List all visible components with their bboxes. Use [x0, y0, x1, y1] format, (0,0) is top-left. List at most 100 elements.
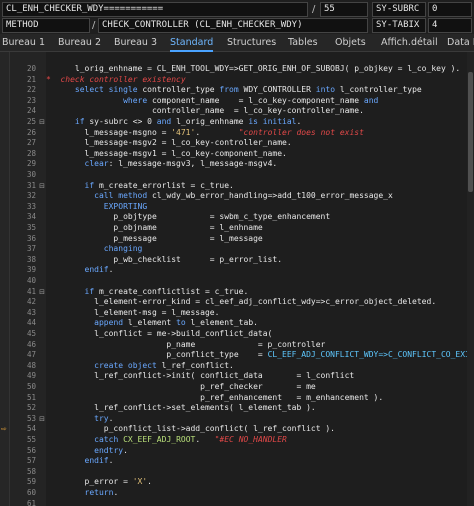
code-token: sy-subrc <> 0	[84, 117, 157, 126]
line-number: 58	[26, 466, 36, 476]
scrollbar-thumb[interactable]	[468, 72, 473, 192]
code-token: p_name = p_controller	[46, 339, 326, 349]
code-token: controller_type	[137, 85, 220, 95]
code-line[interactable]: endif.	[46, 456, 114, 467]
code-line[interactable]: p_ref_checker = me	[46, 382, 316, 393]
tab-bureau-2[interactable]: Bureau 2	[58, 34, 101, 52]
code-token: 'X'	[132, 477, 148, 487]
tab-bureau-3[interactable]: Bureau 3	[114, 34, 157, 52]
code-line[interactable]: endtry.	[46, 446, 128, 457]
code-line[interactable]: p_wb_checklist = p_error_list.	[46, 255, 282, 266]
code-token: l_orig_enhname = CL_ENH_TOOL_WDY=>GET_OR…	[46, 64, 461, 73]
code-token: '471'	[171, 127, 196, 137]
code-line[interactable]: l_element-msg = l_message.	[46, 308, 219, 319]
code-line[interactable]: try.	[46, 414, 113, 425]
code-token: p_conflict_list->add_conflict( l_ref_con…	[46, 424, 335, 434]
line-number: 35	[26, 223, 36, 232]
line-number: 50	[26, 382, 36, 391]
code-line[interactable]: p_ref_enhancement = m_enhancement ).	[46, 393, 383, 404]
code-line[interactable]: create object l_ref_conflict.	[46, 361, 234, 372]
code-line[interactable]: l_element-error_kind = cl_eef_adj_confli…	[46, 297, 436, 308]
event-type-field[interactable]: METHOD	[2, 18, 90, 33]
code-token: changing	[103, 244, 143, 254]
code-token: and	[156, 117, 172, 126]
code-line[interactable]: where component_name = l_co_key-componen…	[46, 96, 378, 107]
breakpoint-strip[interactable]	[0, 52, 10, 506]
code-line[interactable]: controller_name = l_co_key-controller_na…	[46, 106, 364, 117]
code-line[interactable]: p_conflict_list->add_conflict( l_ref_con…	[46, 424, 335, 435]
code-line[interactable]: if m_create_errorlist = c_true.	[46, 181, 234, 192]
program-field[interactable]: CL_ENH_CHECKER_WDY===========	[2, 2, 308, 17]
code-token: l_element_tab.	[185, 318, 258, 328]
fold-toggle-icon[interactable]: ⊟	[38, 414, 46, 425]
code-area[interactable]: l_orig_enhname = CL_ENH_TOOL_WDY=>GET_OR…	[46, 52, 474, 506]
tab-tables[interactable]: Tables	[288, 34, 318, 52]
code-line[interactable]: p_conflict_type = CL_EEF_ADJ_CONFLICT_WD…	[46, 350, 474, 361]
code-line[interactable]: call method cl_wdy_wb_error_handling=>ad…	[46, 191, 393, 202]
line-number-field[interactable]: 55	[320, 2, 368, 17]
tab-objets[interactable]: Objets	[335, 34, 366, 52]
code-line[interactable]: l_ref_conflict->set_elements( l_element_…	[46, 403, 316, 414]
tab-bureau-1[interactable]: Bureau 1	[2, 34, 45, 52]
tabix-label: SY-TABIX	[372, 18, 426, 33]
code-token: component_name = l_co_key-component_name	[147, 95, 364, 105]
code-line[interactable]: return.	[46, 488, 119, 499]
code-token: endif	[84, 456, 109, 466]
line-number: 34	[26, 212, 36, 222]
code-line[interactable]: EXPORTING	[46, 202, 147, 213]
line-number: 40	[26, 276, 36, 285]
fold-toggle-icon[interactable]: ⊟	[38, 287, 46, 298]
line-number: 22	[26, 85, 36, 95]
tab-standard[interactable]: Standard	[170, 34, 214, 52]
code-line[interactable]: catch CX_EEF_ADJ_ROOT. "#EC NO_HANDLER	[46, 435, 287, 446]
tab-data-explorer[interactable]: Data E	[447, 34, 474, 52]
editor-scrollbar[interactable]	[467, 52, 474, 506]
code-line[interactable]: l_orig_enhname = CL_ENH_TOOL_WDY=>GET_OR…	[46, 64, 460, 75]
code-token: p_wb_checklist = p_error_list.	[46, 254, 283, 264]
code-line[interactable]: * check controller existency	[46, 75, 186, 86]
code-token: .	[195, 127, 239, 137]
code-line[interactable]: l_message-msgno = '471'. "controller doe…	[46, 128, 364, 139]
code-token: return	[84, 488, 114, 497]
code-token: .	[108, 265, 114, 275]
fold-toggle-icon[interactable]: ⊟	[38, 117, 46, 128]
code-token: create object	[94, 360, 157, 370]
code-line[interactable]: if sy-subrc <> 0 and l_orig_enhname is i…	[46, 117, 301, 128]
code-line[interactable]: p_objtype = swbm_c_type_enhancement	[46, 212, 330, 223]
code-token: p_message = l_message	[46, 233, 263, 243]
code-line[interactable]: p_name = p_controller	[46, 340, 325, 351]
code-line[interactable]: p_message = l_message	[46, 233, 263, 245]
code-line[interactable]: l_message-msgv1 = l_co_key-component_nam…	[46, 149, 287, 160]
code-line[interactable]: p_objname = l_enhname	[46, 223, 262, 234]
code-token: "#EC NO_HANDLER	[214, 435, 287, 444]
code-line[interactable]: select single controller_type from WDY_C…	[46, 85, 422, 96]
line-number: 48	[26, 360, 36, 370]
line-number: 52	[26, 403, 36, 413]
code-line[interactable]: l_conflict = me->build_conflict_data(	[46, 329, 272, 340]
program-separator: /	[312, 4, 316, 15]
code-line[interactable]: clear: l_message-msgv3, l_message-msgv4.	[46, 159, 278, 170]
code-line[interactable]: l_message-msgv2 = l_co_key-controller_na…	[46, 138, 292, 149]
code-token: "controller does not exist	[238, 127, 364, 137]
line-number: 60	[26, 488, 36, 497]
fold-toggle-icon[interactable]: ⊟	[38, 181, 46, 192]
code-line[interactable]: changing	[46, 244, 143, 255]
code-line[interactable]: append l_element to l_element_tab.	[46, 318, 258, 329]
code-line[interactable]: if m_create_conflictlist = c_true.	[46, 287, 249, 298]
source-code-editor[interactable]: l_orig_enhname = CL_ENH_TOOL_WDY=>GET_OR…	[0, 52, 474, 506]
tab-affich-detail[interactable]: Affich.détail	[381, 34, 438, 52]
code-line[interactable]: endif.	[46, 265, 114, 276]
code-token: p_error =	[46, 477, 133, 487]
code-token: m_create_errorlist = c_true.	[94, 180, 234, 190]
code-token: controller_name = l_co_key-controller_na…	[46, 106, 364, 116]
code-line[interactable]: p_error = 'X'.	[46, 477, 152, 488]
code-token: l_ref_conflict->set_elements( l_element_…	[46, 403, 316, 413]
code-token: p_objtype = swbm_c_type_enhancement	[46, 212, 331, 222]
tab-structures[interactable]: Structures	[227, 34, 276, 52]
method-field[interactable]: CHECK_CONTROLLER (CL_ENH_CHECKER_WDY)	[98, 18, 368, 33]
code-line[interactable]: l_ref_conflict->init( conflict_data = l_…	[46, 371, 354, 382]
